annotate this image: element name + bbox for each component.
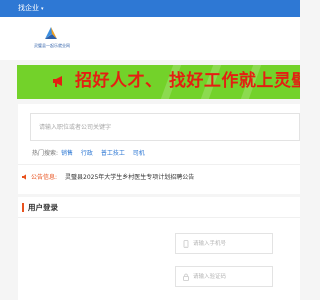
- announcement-bar: 公告信息: 灵璧县2025年大学生乡村医生专项计划招聘公告: [22, 172, 194, 181]
- verification-code-field: [175, 266, 273, 287]
- search-panel: 热门搜索: 销售 行政 普工技工 司机 公告信息: 灵璧县2025年大学生乡村医生…: [18, 104, 300, 194]
- logo-caption: 灵璧县一起乐就业网: [34, 43, 70, 48]
- find-company-label: 找企业: [18, 4, 39, 12]
- top-navigation-bar: 找企业 ▾: [0, 0, 300, 17]
- announcement-link[interactable]: 灵璧县2025年大学生乡村医生专项计划招聘公告: [65, 174, 194, 181]
- hot-keyword-link[interactable]: 普工技工: [101, 150, 125, 157]
- phone-icon: [183, 240, 189, 248]
- logo-mark-icon: [45, 27, 57, 39]
- site-header: 灵璧县一起乐就业网: [0, 17, 300, 60]
- phone-input[interactable]: [193, 239, 271, 249]
- login-panel: 用户登录: [18, 197, 300, 300]
- hot-searches-label: 热门搜索:: [32, 150, 59, 157]
- hot-keyword-link[interactable]: 行政: [81, 150, 93, 157]
- site-logo[interactable]: 灵璧县一起乐就业网: [34, 25, 70, 55]
- megaphone-icon: [53, 76, 62, 87]
- lock-icon: [183, 273, 189, 281]
- announcement-label: 公告信息:: [31, 174, 58, 181]
- hot-keyword-link[interactable]: 司机: [133, 150, 145, 157]
- hot-keyword-link[interactable]: 销售: [61, 150, 73, 157]
- phone-field: [175, 233, 273, 254]
- section-divider: [18, 164, 300, 165]
- login-title: 用户登录: [22, 203, 58, 212]
- banner-slogan: 招好人才、 找好工作就上灵璧聚一起: [75, 71, 300, 91]
- speaker-icon: [22, 174, 26, 180]
- job-search-input[interactable]: [39, 121, 239, 133]
- hot-searches: 热门搜索: 销售 行政 普工技工 司机: [32, 148, 151, 157]
- login-divider: [18, 217, 300, 218]
- find-company-menu[interactable]: 找企业 ▾: [18, 3, 44, 14]
- chevron-down-icon: ▾: [41, 6, 44, 12]
- search-box: [30, 113, 300, 141]
- verification-code-input[interactable]: [193, 272, 271, 282]
- promo-banner[interactable]: 招好人才、 找好工作就上灵璧聚一起: [17, 65, 300, 99]
